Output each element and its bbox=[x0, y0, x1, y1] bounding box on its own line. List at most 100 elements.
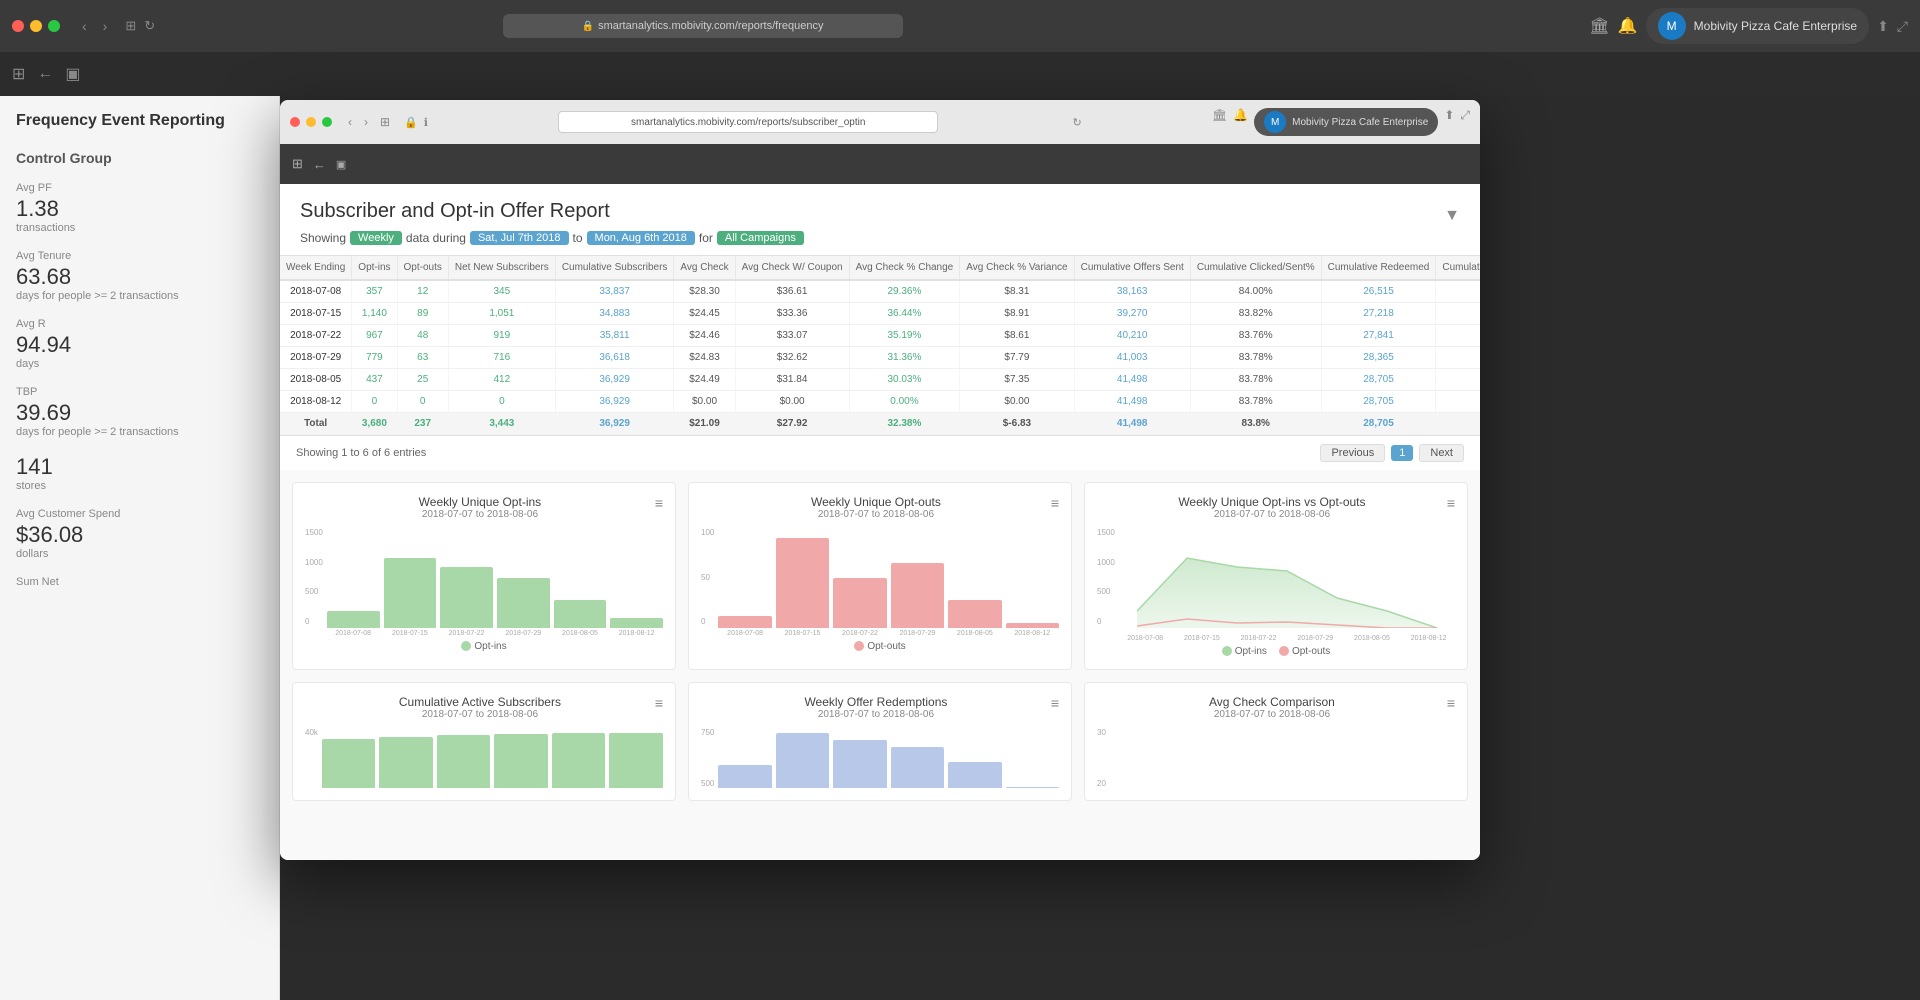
current-page[interactable]: 1 bbox=[1391, 445, 1413, 461]
front-info-icon[interactable]: ℹ bbox=[424, 116, 428, 129]
optins-chart-subtitle: 2018-07-07 to 2018-08-06 bbox=[305, 509, 655, 520]
total-cum-redemption-sent: 69.2% bbox=[1436, 413, 1480, 435]
table-row: 2018-07-151,140891,05134,883$24.45$33.36… bbox=[280, 303, 1480, 325]
charts-section-2: Cumulative Active Subscribers 2018-07-07… bbox=[280, 682, 1480, 813]
report-header: Subscriber and Opt-in Offer Report ▼ Sho… bbox=[280, 184, 1480, 256]
front-address-bar[interactable]: smartanalytics.mobivity.com/reports/subs… bbox=[558, 111, 938, 133]
optins-vs-optouts-menu[interactable]: ≡ bbox=[1447, 495, 1455, 511]
report-filters: Showing Weekly data during Sat, Jul 7th … bbox=[300, 231, 1460, 245]
front-notification-icon[interactable]: 🔔 bbox=[1233, 108, 1248, 136]
avg-check-menu[interactable]: ≡ bbox=[1447, 695, 1455, 711]
front-nav-bar: ⊞ ← ▣ bbox=[280, 144, 1480, 184]
th-cum-offers[interactable]: Cumulative Offers Sent bbox=[1074, 256, 1190, 280]
front-minimize-btn[interactable] bbox=[306, 117, 316, 127]
filter-from-badge[interactable]: Sat, Jul 7th 2018 bbox=[470, 231, 569, 245]
metric-avg-r: Avg R 94.94 days bbox=[16, 318, 263, 370]
optouts-bar-2 bbox=[776, 538, 829, 628]
front-fullscreen-icon[interactable]: ⤢ bbox=[1460, 108, 1470, 136]
front-toolbar: 🏛 🔔 M Mobivity Pizza Cafe Enterprise ⬆ ⤢ bbox=[1212, 108, 1470, 136]
filter-weekly-badge[interactable]: Weekly bbox=[350, 231, 402, 245]
back-minimize-btn[interactable] bbox=[30, 20, 42, 32]
avg-check-bars bbox=[1110, 728, 1455, 788]
back-arrow-icon[interactable]: ← bbox=[37, 65, 53, 83]
pagination: Showing 1 to 6 of 6 entries Previous 1 N… bbox=[280, 435, 1480, 470]
optins-bars bbox=[327, 528, 663, 628]
front-bookmark-icon[interactable]: 🏛 bbox=[1212, 108, 1227, 136]
filter-to-badge[interactable]: Mon, Aug 6th 2018 bbox=[587, 231, 695, 245]
back-fullscreen-icon[interactable]: ⤢ bbox=[1897, 18, 1908, 35]
cum-subs-title: Cumulative Active Subscribers bbox=[305, 695, 655, 709]
total-optins: 3,680 bbox=[352, 413, 397, 435]
front-close-btn[interactable] bbox=[290, 117, 300, 127]
optins-vs-optouts-chart-card: Weekly Unique Opt-ins vs Opt-outs 2018-0… bbox=[1084, 482, 1468, 670]
back-user-badge[interactable]: M Mobivity Pizza Cafe Enterprise bbox=[1646, 8, 1869, 44]
front-reload-icon[interactable]: ↻ bbox=[1072, 116, 1081, 129]
front-nav-forward[interactable]: › bbox=[360, 113, 372, 131]
front-user-badge[interactable]: M Mobivity Pizza Cafe Enterprise bbox=[1254, 108, 1438, 136]
optouts-chart-menu[interactable]: ≡ bbox=[1051, 495, 1059, 511]
front-upload-icon[interactable]: ⬆ bbox=[1444, 108, 1454, 136]
prev-page-btn[interactable]: Previous bbox=[1320, 444, 1385, 462]
th-check-variance[interactable]: Avg Check % Variance bbox=[960, 256, 1074, 280]
front-nav-back[interactable]: ‹ bbox=[344, 113, 356, 131]
back-user-avatar: M bbox=[1658, 12, 1686, 40]
avg-check-subtitle: 2018-07-07 to 2018-08-06 bbox=[1097, 709, 1447, 720]
optins-vs-optouts-xaxis: 2018-07-08 2018-07-15 2018-07-22 2018-07… bbox=[1119, 635, 1455, 642]
back-nav-buttons: ‹ › bbox=[76, 16, 113, 36]
optouts-bar-1 bbox=[718, 616, 771, 628]
back-share-icon[interactable]: ⊞ bbox=[125, 18, 136, 34]
charts-section-1: Weekly Unique Opt-ins 2018-07-07 to 2018… bbox=[280, 470, 1480, 682]
back-bookmark-icon[interactable]: 🏛 bbox=[1589, 16, 1609, 36]
th-check-pct-change[interactable]: Avg Check % Change bbox=[849, 256, 960, 280]
total-cum-redeemed: 28,705 bbox=[1321, 413, 1436, 435]
optins-chart-card: Weekly Unique Opt-ins 2018-07-07 to 2018… bbox=[292, 482, 676, 670]
front-browser-bar: ‹ › ⊞ 🔒 ℹ smartanalytics.mobivity.com/re… bbox=[280, 100, 1480, 144]
th-optins[interactable]: Opt-ins bbox=[352, 256, 397, 280]
pagination-info: Showing 1 to 6 of 6 entries bbox=[296, 447, 426, 459]
table-row: 2018-07-297796371636,618$24.83$32.6231.3… bbox=[280, 347, 1480, 369]
optins-vs-optouts-svg bbox=[1119, 528, 1455, 628]
cum-subs-menu[interactable]: ≡ bbox=[655, 695, 663, 711]
optouts-bar-6 bbox=[1006, 623, 1059, 628]
th-week-ending[interactable]: Week Ending bbox=[280, 256, 352, 280]
avg-check-chart-card: Avg Check Comparison 2018-07-07 to 2018-… bbox=[1084, 682, 1468, 801]
bar-1 bbox=[327, 611, 380, 628]
back-grid-icon[interactable]: ⊞ bbox=[12, 64, 25, 84]
filter-campaigns-badge[interactable]: All Campaigns bbox=[717, 231, 804, 245]
back-nav-forward[interactable]: › bbox=[97, 16, 114, 36]
back-maximize-btn[interactable] bbox=[48, 20, 60, 32]
filter-icon[interactable]: ▼ bbox=[1444, 207, 1460, 225]
th-avg-check[interactable]: Avg Check bbox=[674, 256, 735, 280]
front-content: Subscriber and Opt-in Offer Report ▼ Sho… bbox=[280, 184, 1480, 860]
th-net-new[interactable]: Net New Subscribers bbox=[448, 256, 555, 280]
back-reload-icon[interactable]: ↻ bbox=[144, 18, 155, 34]
bar-2 bbox=[384, 558, 437, 628]
optins-chart-menu[interactable]: ≡ bbox=[655, 495, 663, 511]
total-avg-check: $21.09 bbox=[674, 413, 735, 435]
th-optouts[interactable]: Opt-outs bbox=[397, 256, 448, 280]
offer-redemptions-subtitle: 2018-07-07 to 2018-08-06 bbox=[701, 709, 1051, 720]
total-cum-offers: 41,498 bbox=[1074, 413, 1190, 435]
front-maximize-btn[interactable] bbox=[322, 117, 332, 127]
th-cum-clicked[interactable]: Cumulative Clicked/Sent% bbox=[1190, 256, 1321, 280]
cum-subs-chart-card: Cumulative Active Subscribers 2018-07-07… bbox=[292, 682, 676, 801]
optins-xaxis: 2018-07-08 2018-07-15 2018-07-22 2018-07… bbox=[327, 630, 663, 637]
total-net-new: 3,443 bbox=[448, 413, 555, 435]
th-cum-subs[interactable]: Cumulative Subscribers bbox=[555, 256, 674, 280]
optouts-bar-4 bbox=[891, 563, 944, 628]
front-grid-icon[interactable]: ⊞ bbox=[292, 156, 303, 172]
back-upload-icon[interactable]: ⬆ bbox=[1877, 18, 1889, 35]
th-cum-redeemed[interactable]: Cumulative Redeemed bbox=[1321, 256, 1436, 280]
th-cum-redemption-sent[interactable]: Cumulative Redemption/Sent% bbox=[1436, 256, 1480, 280]
th-avg-check-coupon[interactable]: Avg Check W/ Coupon bbox=[735, 256, 849, 280]
front-nav-pages[interactable]: ⊞ bbox=[376, 113, 394, 131]
back-notification-icon[interactable]: 🔔 bbox=[1618, 16, 1638, 36]
next-page-btn[interactable]: Next bbox=[1419, 444, 1464, 462]
back-side-icon: ▣ bbox=[65, 64, 80, 84]
back-nav-back[interactable]: ‹ bbox=[76, 16, 93, 36]
front-arrow-icon[interactable]: ← bbox=[313, 157, 326, 172]
front-nav-buttons: ‹ › ⊞ bbox=[344, 113, 394, 131]
back-address-bar[interactable]: 🔒 smartanalytics.mobivity.com/reports/fr… bbox=[503, 14, 903, 38]
back-close-btn[interactable] bbox=[12, 20, 24, 32]
offer-redemptions-menu[interactable]: ≡ bbox=[1051, 695, 1059, 711]
